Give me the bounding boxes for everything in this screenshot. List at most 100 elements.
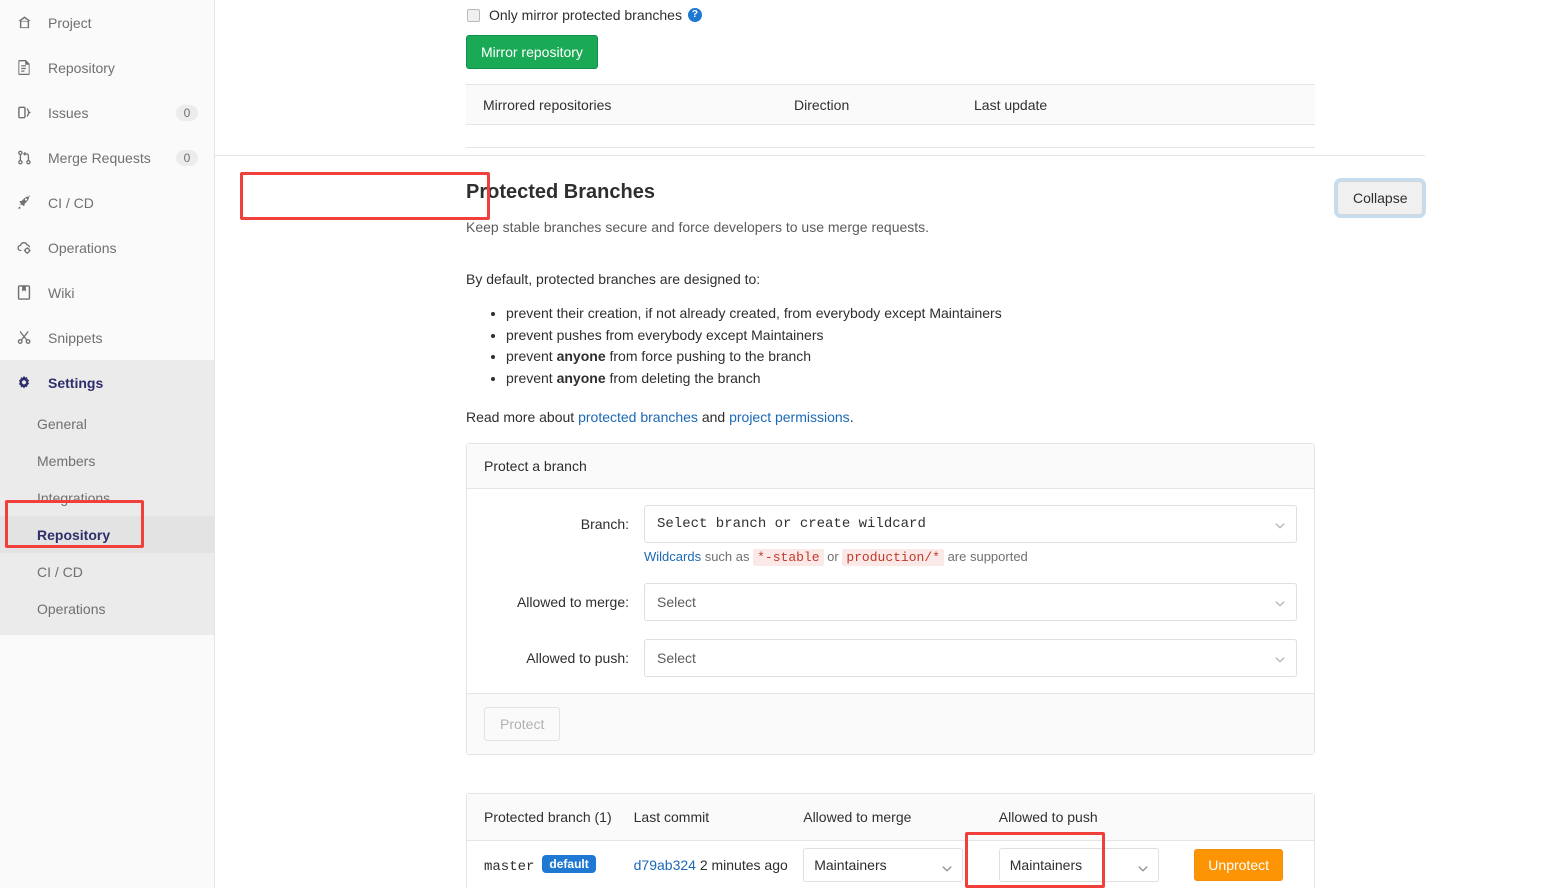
sidebar-item-snippets[interactable]: Snippets bbox=[0, 315, 214, 360]
subnav-label: Operations bbox=[37, 600, 106, 617]
hint-mid3: are supported bbox=[943, 549, 1028, 564]
branch-name: master bbox=[484, 859, 535, 875]
merge-requests-count-badge: 0 bbox=[176, 149, 198, 166]
allowed-to-push-value: Select bbox=[657, 650, 696, 666]
sidebar-item-repository[interactable]: Repository bbox=[0, 45, 214, 90]
home-icon bbox=[16, 15, 32, 31]
panel-footer: Protect bbox=[467, 693, 1314, 754]
branch-select[interactable]: Select branch or create wildcard bbox=[644, 505, 1297, 543]
column-header-last-commit: Last commit bbox=[633, 809, 710, 825]
sidebar-item-label: Merge Requests bbox=[48, 149, 151, 166]
unprotect-button[interactable]: Unprotect bbox=[1194, 849, 1283, 881]
cloud-gear-icon bbox=[16, 240, 32, 256]
allowed-to-push-label: Allowed to push: bbox=[526, 650, 629, 666]
merge-request-icon bbox=[16, 150, 32, 166]
sidebar-item-ci-cd[interactable]: CI / CD bbox=[0, 180, 214, 225]
project-permissions-link[interactable]: project permissions bbox=[729, 409, 850, 425]
only-mirror-protected-branches-row[interactable]: Only mirror protected branches ? bbox=[467, 7, 702, 23]
list-item: prevent anyone from deleting the branch bbox=[506, 368, 1002, 390]
branch-select-value: Select branch or create wildcard bbox=[657, 516, 926, 532]
wildcards-link[interactable]: Wildcards bbox=[644, 549, 701, 564]
subnav-label: Repository bbox=[37, 526, 111, 543]
main-content: Only mirror protected branches ? Mirror … bbox=[215, 0, 1550, 888]
column-header-last-update: Last update bbox=[974, 96, 1048, 113]
sidebar-item-operations[interactable]: Operations bbox=[0, 225, 214, 270]
panel-body: Branch: Select branch or create wildcard… bbox=[467, 489, 1314, 693]
column-header-mirrored-repositories: Mirrored repositories bbox=[483, 96, 612, 113]
protect-a-branch-panel: Protect a branch Branch: Select branch o… bbox=[466, 443, 1315, 755]
allowed-to-merge-select[interactable]: Select bbox=[644, 583, 1297, 621]
wildcard-example-1: *-stable bbox=[753, 549, 824, 566]
sidebar-item-integrations[interactable]: Integrations bbox=[0, 479, 214, 516]
column-header-allowed-to-merge: Allowed to merge bbox=[803, 809, 912, 825]
sidebar-item-label: Issues bbox=[48, 104, 89, 121]
rule-text: prevent pushes from everybody except Mai… bbox=[506, 326, 824, 343]
only-mirror-protected-branches-label: Only mirror protected branches bbox=[489, 7, 682, 23]
scissors-icon bbox=[16, 330, 32, 346]
sidebar-item-settings-operations[interactable]: Operations bbox=[0, 590, 214, 627]
row-allowed-to-push-select[interactable]: Maintainers bbox=[998, 848, 1159, 882]
sidebar-item-settings-ci-cd[interactable]: CI / CD bbox=[0, 553, 214, 590]
rocket-icon bbox=[16, 195, 32, 211]
settings-subnav: General Members Integrations Repository … bbox=[0, 405, 214, 635]
chevron-down-icon bbox=[942, 861, 952, 872]
sidebar-item-settings-repository[interactable]: Repository bbox=[0, 516, 214, 553]
only-mirror-protected-branches-checkbox[interactable] bbox=[467, 8, 480, 22]
sidebar-item-issues[interactable]: Issues 0 bbox=[0, 90, 214, 135]
sidebar-item-label: CI / CD bbox=[48, 194, 94, 211]
protected-branches-table: Protected branch (1) Last commit Allowed… bbox=[466, 793, 1315, 888]
branch-field-label: Branch: bbox=[580, 516, 629, 532]
help-icon[interactable]: ? bbox=[687, 8, 702, 22]
row-allowed-to-push-value: Maintainers bbox=[1009, 857, 1083, 873]
sidebar-item-label: Settings bbox=[48, 374, 104, 391]
row-allowed-to-merge-select[interactable]: Maintainers bbox=[803, 848, 964, 882]
list-item: prevent anyone from force pushing to the… bbox=[506, 346, 1002, 368]
wildcards-hint: Wildcards such as *-stable or production… bbox=[644, 549, 1297, 566]
mirrored-repositories-header-row: Mirrored repositories Direction Last upd… bbox=[466, 85, 1315, 125]
read-more-prefix: Read more about bbox=[466, 409, 579, 425]
allowed-to-push-select[interactable]: Select bbox=[644, 639, 1297, 677]
branch-cell: master default bbox=[467, 855, 634, 875]
sidebar-item-project[interactable]: Project bbox=[0, 0, 214, 45]
read-more-middle: and bbox=[697, 409, 730, 425]
column-header-protected-branch: Protected branch (1) bbox=[484, 809, 612, 825]
allowed-to-push-field-row: Allowed to push: Select bbox=[484, 639, 1297, 677]
sidebar-item-members[interactable]: Members bbox=[0, 442, 214, 479]
sidebar-item-label: Repository bbox=[48, 59, 115, 76]
subnav-label: Members bbox=[37, 452, 96, 469]
protected-branches-link[interactable]: protected branches bbox=[578, 409, 698, 425]
sidebar-item-settings[interactable]: Settings bbox=[0, 360, 214, 405]
sidebar-item-general[interactable]: General bbox=[0, 405, 214, 442]
subnav-label: CI / CD bbox=[37, 563, 83, 580]
sidebar-item-label: Operations bbox=[48, 239, 117, 256]
read-more-text: Read more about protected branches and p… bbox=[466, 409, 854, 425]
rule-text-post: from force pushing to the branch bbox=[605, 348, 812, 364]
file-icon bbox=[16, 60, 32, 76]
allowed-to-merge-label: Allowed to merge: bbox=[516, 594, 629, 610]
rule-text: prevent their creation, if not already c… bbox=[506, 305, 1002, 321]
issues-icon bbox=[16, 105, 32, 121]
sidebar-item-label: Wiki bbox=[48, 284, 75, 301]
last-commit-cell: d79ab324 2 minutes ago bbox=[634, 855, 804, 876]
allowed-to-merge-value: Select bbox=[657, 594, 696, 610]
protected-branches-header-row: Protected branch (1) Last commit Allowed… bbox=[467, 794, 1314, 841]
rule-strong: anyone bbox=[556, 369, 606, 386]
sidebar: Project Repository Issues 0 Merge Reques… bbox=[0, 0, 215, 888]
sidebar-item-wiki[interactable]: Wiki bbox=[0, 270, 214, 315]
protected-branch-rules-list: prevent their creation, if not already c… bbox=[482, 303, 1002, 389]
list-item: prevent their creation, if not already c… bbox=[506, 303, 1002, 325]
mirrored-repositories-body bbox=[466, 125, 1315, 147]
protect-button[interactable]: Protect bbox=[484, 707, 561, 741]
column-header-allowed-to-push: Allowed to push bbox=[998, 809, 1098, 825]
rule-text: prevent bbox=[506, 348, 557, 364]
section-divider bbox=[215, 155, 1425, 156]
sidebar-item-merge-requests[interactable]: Merge Requests 0 bbox=[0, 135, 214, 180]
row-allowed-to-merge-value: Maintainers bbox=[814, 857, 887, 873]
commit-sha-link[interactable]: d79ab324 bbox=[634, 857, 696, 873]
read-more-suffix: . bbox=[849, 409, 854, 425]
wildcard-example-2: production/* bbox=[842, 549, 944, 566]
collapse-button[interactable]: Collapse bbox=[1337, 181, 1424, 215]
commit-time: 2 minutes ago bbox=[695, 856, 788, 873]
sidebar-item-label: Snippets bbox=[48, 329, 103, 346]
mirror-repository-button[interactable]: Mirror repository bbox=[466, 35, 598, 69]
